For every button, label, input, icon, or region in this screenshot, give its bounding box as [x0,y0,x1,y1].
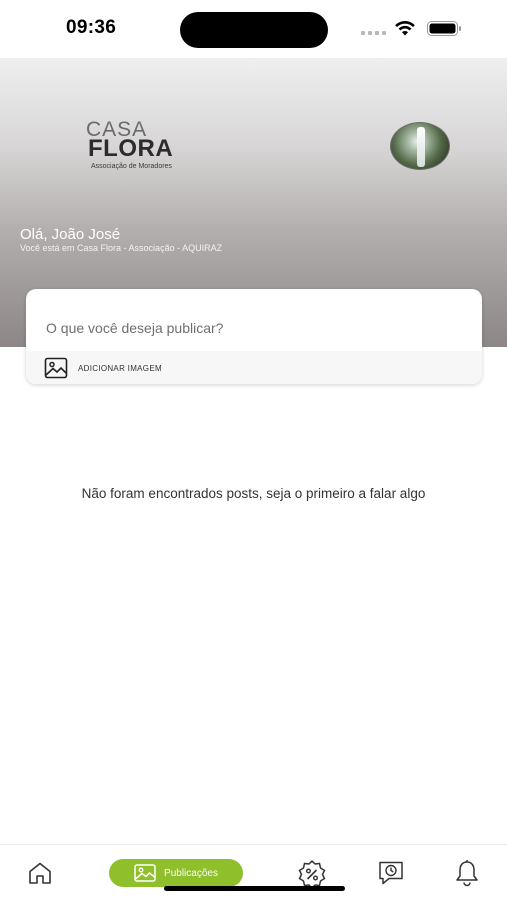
casa-flora-logo: CASA FLORA Associação de Moradores [86,118,174,170]
image-icon [44,357,68,379]
tab-discounts[interactable] [297,859,327,889]
post-input[interactable] [26,289,482,351]
bell-icon [456,860,478,887]
tab-publicacoes-label: Publicações [164,867,218,879]
add-image-label: ADICIONAR IMAGEM [78,363,162,373]
battery-icon [427,21,461,36]
tab-bar: Publicações [0,844,507,900]
composer-actions: ADICIONAR IMAGEM [26,351,482,384]
image-icon [134,864,156,882]
post-composer: ADICIONAR IMAGEM [26,289,482,384]
tab-publicacoes[interactable]: Publicações [109,859,243,887]
tab-home[interactable] [26,859,54,887]
dynamic-island [180,12,328,48]
empty-feed-message: Não foram encontrados posts, seja o prim… [81,486,426,501]
home-indicator[interactable] [164,886,345,891]
status-bar: 09:36 [0,0,507,58]
greeting: Olá, João José [20,226,121,243]
location-text: Você está em Casa Flora - Associação - A… [20,243,223,253]
chat-clock-icon [379,861,403,885]
home-icon [29,862,51,884]
tab-messages[interactable] [376,859,406,887]
wifi-icon [395,21,415,36]
tab-notifications[interactable] [453,858,481,888]
cellular-signal-icon [361,31,386,35]
status-time: 09:36 [66,17,117,38]
discount-badge-icon [298,860,326,889]
add-image-button[interactable]: ADICIONAR IMAGEM [44,357,162,379]
avatar[interactable] [390,122,450,170]
